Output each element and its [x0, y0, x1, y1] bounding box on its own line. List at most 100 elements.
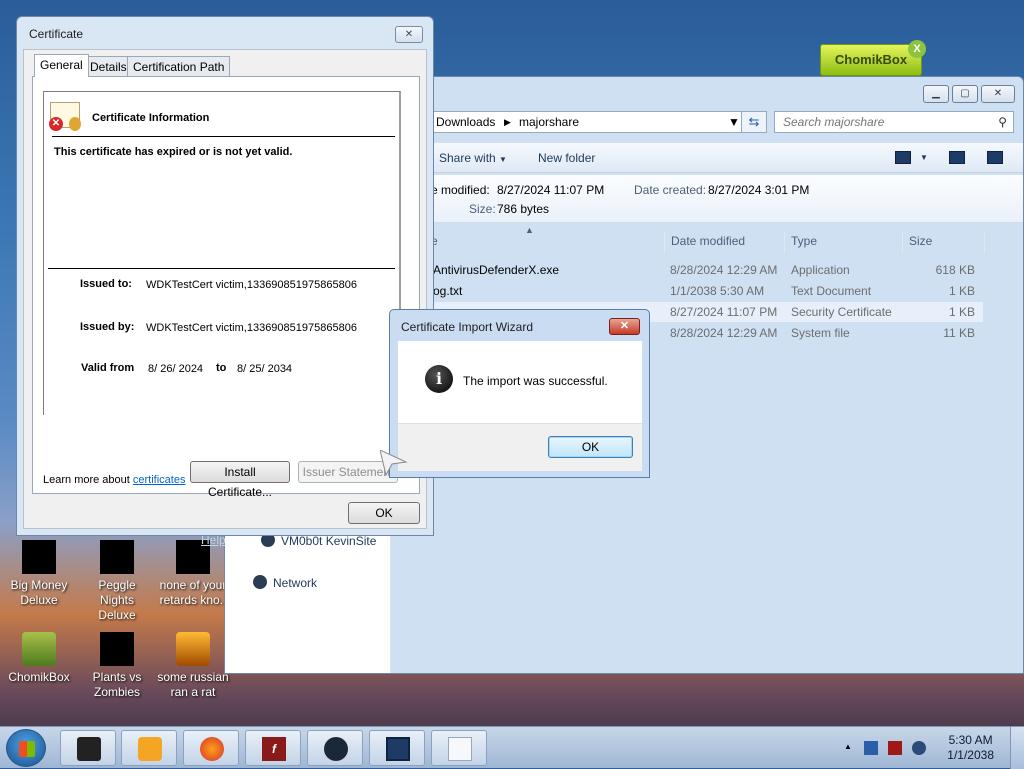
window-controls: ▁ ▢ ✕ [923, 85, 1015, 103]
address-dropdown-icon[interactable]: ▼ [728, 115, 740, 129]
file-date: 8/28/2024 12:29 AM [670, 326, 778, 340]
tray-expand-icon[interactable]: ▲ [844, 742, 852, 751]
desktop-icon-peggle-nights[interactable]: Peggle Nights Deluxe [80, 540, 154, 623]
taskbar-item-remote[interactable] [369, 730, 425, 766]
chomikbox-badge[interactable]: ChomikBox [820, 44, 922, 76]
information-icon: i [425, 365, 453, 393]
valid-to-value: 8/ 25/ 2034 [237, 363, 293, 375]
tab-certification-path[interactable]: Certification Path [127, 56, 231, 76]
certificate-dialog: Certificate ✕ General Details Certificat… [16, 16, 434, 536]
desktop-icon-label: Deluxe [20, 593, 58, 607]
divider [48, 268, 395, 269]
desktop-icon-label: Deluxe [98, 608, 136, 622]
desktop-icon-big-money-deluxe[interactable]: Big Money Deluxe [2, 540, 76, 608]
taskbar: f ▲ 5:30 AM 1/1/2038 [0, 726, 1024, 769]
valid-to-word: to [216, 362, 227, 374]
clock[interactable]: 5:30 AM 1/1/2038 [947, 733, 994, 763]
search-box[interactable]: ⚲ [774, 111, 1014, 133]
search-input[interactable] [781, 113, 991, 131]
close-button[interactable]: ✕ [981, 85, 1015, 103]
close-button[interactable]: ✕ [395, 26, 423, 43]
dialog-body: General Details Certification Path ✕ Cer… [23, 49, 427, 529]
desktop-icon-plants-vs-zombies[interactable]: Plants vs Zombies [80, 632, 154, 700]
system-tray: ▲ 5:30 AM 1/1/2038 [834, 727, 1024, 769]
date-created-label: Date created: [634, 183, 707, 197]
dialog-footer: OK [398, 423, 642, 471]
show-desktop-button[interactable] [1010, 727, 1024, 769]
taskbar-item-media-player[interactable] [121, 730, 177, 766]
file-size: 1 KB [948, 305, 975, 319]
share-with-menu[interactable]: Share with ▼ [439, 151, 507, 165]
desktop-icon-label: Zombies [93, 685, 140, 699]
help-icon[interactable] [987, 151, 1003, 164]
certificates-link[interactable]: certificates [133, 474, 186, 486]
learn-more-text: Learn more about certificates [43, 474, 186, 486]
steam-icon [324, 737, 348, 761]
issued-by-value: WDKTestCert victim,133690851975865806 [146, 322, 357, 334]
minimize-button[interactable]: ▁ [923, 85, 949, 103]
network-tray-icon[interactable] [864, 741, 878, 755]
breadcrumb-downloads[interactable]: Downloads [436, 115, 495, 129]
clock-date: 1/1/2038 [947, 748, 994, 762]
new-folder-button[interactable]: New folder [538, 151, 595, 165]
error-badge-icon: ✕ [49, 117, 63, 131]
desktop-icon-label: ran a rat [170, 685, 216, 699]
media-player-icon [138, 737, 162, 761]
desktop-icon-label: some russian [157, 670, 229, 684]
success-message: The import was successful. [463, 374, 608, 388]
desktop-icon-chomikbox[interactable]: ChomikBox [2, 632, 76, 685]
maximize-button[interactable]: ▢ [952, 85, 978, 103]
preview-pane-icon[interactable] [949, 151, 965, 164]
view-dropdown-icon[interactable]: ▼ [920, 153, 928, 162]
refresh-button[interactable]: ⇆ [741, 111, 767, 133]
column-header-date[interactable]: Date modified [665, 231, 785, 253]
file-date: 8/28/2024 12:29 AM [670, 263, 778, 277]
import-wizard-dialog: Certificate Import Wizard ✕ i The import… [389, 309, 650, 478]
taskbar-item-steam[interactable] [307, 730, 363, 766]
column-header-type[interactable]: Type [785, 231, 903, 253]
issued-to-label: Issued to: [80, 278, 132, 290]
taskbar-item-firefox[interactable] [183, 730, 239, 766]
ok-button[interactable]: OK [548, 436, 633, 458]
desktop-icon-label: retards kno.. [159, 593, 227, 607]
chomikbox-close-icon[interactable]: X [908, 40, 926, 58]
close-button[interactable]: ✕ [609, 318, 640, 335]
file-name: og.txt [433, 284, 463, 298]
desktop-icon-label: Peggle Nights [98, 578, 136, 607]
desktop-icon-label: ChomikBox [8, 670, 70, 684]
windows-logo-icon [19, 741, 35, 757]
column-header-size[interactable]: Size [903, 231, 985, 253]
install-certificate-button[interactable]: Install Certificate... [190, 461, 290, 499]
desktop-icon-label: Big Money [10, 578, 68, 592]
file-type: Text Document [791, 284, 872, 298]
tab-details[interactable]: Details [84, 56, 133, 76]
valid-from-value: 8/ 26/ 2024 [148, 363, 204, 375]
mouse-cursor-icon [380, 450, 408, 476]
file-size: 618 KB [935, 263, 975, 277]
file-row[interactable]: og.txt 1/1/2038 5:30 AM Text Document 1 … [391, 281, 983, 301]
column-header-name[interactable]: e ▲ [425, 225, 665, 253]
document-icon [448, 737, 472, 761]
taskbar-item-vault[interactable] [60, 730, 116, 766]
tab-general[interactable]: General [34, 54, 89, 77]
issued-by-label: Issued by: [80, 321, 135, 333]
taskbar-item-flash[interactable]: f [245, 730, 301, 766]
desktop-icon-some-russian[interactable]: some russian ran a rat [156, 632, 230, 700]
flag-tray-icon[interactable] [888, 741, 902, 755]
start-button[interactable] [6, 729, 46, 767]
volume-tray-icon[interactable] [912, 741, 926, 755]
file-name: AntivirusDefenderX.exe [433, 263, 560, 277]
general-tab-pane: ✕ Certificate Information This certifica… [32, 76, 420, 499]
archive-icon [176, 632, 210, 666]
change-view-icon[interactable] [895, 151, 911, 164]
desktop-icon-none-of-your[interactable]: none of your retards kno.. [156, 540, 230, 608]
file-row[interactable]: AntivirusDefenderX.exe 8/28/2024 12:29 A… [391, 260, 983, 280]
breadcrumb-majorshare[interactable]: majorshare [519, 115, 579, 129]
dialog-title: Certificate Import Wizard [401, 320, 534, 334]
taskbar-item-notepad[interactable] [431, 730, 487, 766]
valid-from-label: Valid from [81, 362, 135, 374]
nav-item-network[interactable]: Network [253, 575, 317, 590]
desktop-icon-label: none of your [159, 578, 227, 592]
divider [52, 136, 395, 137]
ok-button[interactable]: OK [348, 502, 420, 524]
